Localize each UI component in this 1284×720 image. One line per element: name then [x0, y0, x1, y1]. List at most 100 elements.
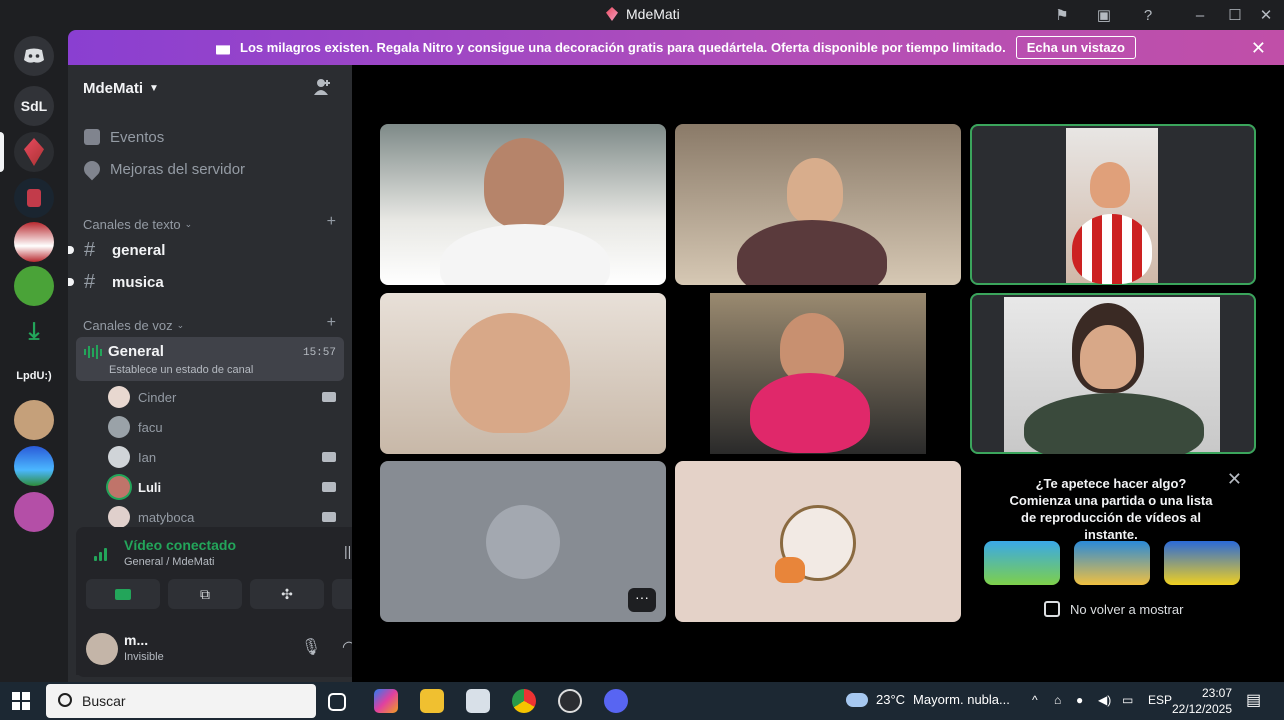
events-item[interactable]: Eventos [84, 125, 164, 149]
screen-share-icon: ⧉ [200, 585, 210, 602]
video-tile[interactable] [675, 461, 961, 622]
window-title-text: MdeMati [626, 6, 680, 22]
add-voice-channel-icon[interactable]: + [327, 314, 336, 332]
chevron-down-icon: ▼ [149, 82, 159, 94]
boost-icon [80, 157, 104, 181]
channel-musica[interactable]: # musica [68, 267, 344, 297]
camera-icon [322, 452, 336, 462]
voice-status[interactable]: Vídeo conectado [124, 537, 236, 553]
camera-button[interactable] [86, 579, 160, 609]
server-landscape-icon[interactable] [14, 446, 54, 486]
activities-button[interactable]: ✣ [250, 579, 324, 609]
voice-channel-status[interactable]: Establece un estado de canal [109, 364, 253, 376]
activity-text: ¿Te apetece hacer algo? Comienza una par… [968, 475, 1254, 543]
copilot-icon[interactable] [374, 689, 398, 713]
tray-icon[interactable]: ⌂ [1054, 693, 1061, 707]
search-placeholder: Buscar [82, 693, 126, 709]
search-icon [58, 693, 72, 707]
hash-icon: # [84, 270, 96, 293]
maximize-button[interactable]: ☐ [1225, 5, 1245, 25]
user-status: Invisible [124, 651, 164, 663]
voice-location[interactable]: General / MdeMati [124, 556, 214, 568]
download-apps-icon[interactable]: ⤓ [14, 312, 54, 352]
video-tile[interactable] [380, 124, 666, 285]
participant-body [1024, 393, 1204, 454]
voice-member[interactable]: Luli [108, 474, 344, 500]
banner-cta-button[interactable]: Echa un vistazo [1015, 36, 1136, 59]
avatar[interactable] [86, 633, 118, 665]
voice-member[interactable]: facu [108, 414, 344, 440]
mdemati-logo-icon [24, 138, 44, 166]
participant-body [1072, 214, 1152, 284]
weather-widget[interactable]: 23°C Mayorm. nubla... [846, 692, 1010, 707]
text-category[interactable]: Canales de texto ⌄ [83, 217, 192, 232]
video-tile[interactable] [970, 293, 1256, 454]
more-options-button[interactable]: ··· [628, 588, 656, 612]
discord-taskbar-icon[interactable] [604, 689, 628, 713]
invite-people-icon[interactable] [314, 78, 334, 98]
video-tile[interactable] [380, 293, 666, 454]
video-tile[interactable]: ··· [380, 461, 666, 622]
chrome-icon[interactable] [512, 689, 536, 713]
weather-temp: 23°C [876, 692, 906, 707]
nitro-banner: Los milagros existen. Regala Nitro y con… [68, 30, 1284, 65]
voice-channel-time: 15:57 [302, 347, 336, 359]
channel-sidebar: MdeMati ▼ Eventos Mejoras del servidor C… [68, 65, 410, 682]
voice-member[interactable]: Cinder [108, 384, 344, 410]
checkbox[interactable] [1044, 601, 1060, 617]
server-photo-icon[interactable] [14, 400, 54, 440]
voice-category[interactable]: Canales de voz ⌄ [83, 318, 184, 333]
discord-home-icon[interactable] [14, 36, 54, 76]
add-text-channel-icon[interactable]: + [327, 213, 336, 231]
server-game-icon[interactable] [14, 266, 54, 306]
checkbox-label: No volver a mostrar [1070, 601, 1184, 617]
user-name[interactable]: m... [124, 632, 148, 648]
server-river-icon[interactable] [14, 222, 54, 262]
clock-date: 22/12/2025 [1171, 702, 1232, 716]
taskbar-search[interactable]: Buscar [46, 684, 316, 718]
server-shield-icon[interactable] [14, 178, 54, 218]
game-tile[interactable] [984, 541, 1060, 585]
game-tile[interactable] [1164, 541, 1240, 585]
voice-activity-icon [84, 345, 102, 359]
dont-show-again[interactable]: No volver a mostrar [1044, 601, 1183, 617]
volume-icon[interactable]: ◀) [1098, 693, 1111, 707]
task-view-icon[interactable] [328, 693, 346, 711]
unread-indicator [68, 246, 74, 254]
participant-body [750, 373, 870, 453]
inbox-icon[interactable]: ▣ [1094, 5, 1114, 25]
file-explorer-icon[interactable] [420, 689, 444, 713]
boosts-item[interactable]: Mejoras del servidor [80, 157, 245, 181]
game-tile[interactable] [1074, 541, 1150, 585]
app-icon[interactable] [558, 689, 582, 713]
microphone-icon[interactable]: 🎙︎ [300, 637, 322, 659]
banner-close-icon[interactable]: ✕ [1251, 38, 1266, 59]
windows-start-icon[interactable] [12, 692, 30, 710]
server-house-icon[interactable] [14, 492, 54, 532]
voice-channel-general[interactable]: General 15:57 Establece un estado de can… [76, 337, 344, 381]
portrait-video [1004, 297, 1220, 454]
video-tile[interactable] [675, 124, 961, 285]
avatar [108, 476, 130, 498]
channel-general[interactable]: # general [68, 235, 344, 265]
server-mdemati[interactable] [14, 132, 54, 172]
server-logo-icon [606, 7, 618, 21]
microphone-icon[interactable]: ● [1076, 693, 1083, 707]
flag-icon[interactable]: ⚑ [1052, 5, 1072, 25]
server-sdl[interactable]: SdL [14, 86, 54, 126]
close-window-button[interactable]: ✕ [1256, 5, 1276, 25]
video-tile[interactable] [970, 124, 1256, 285]
video-tile[interactable] [675, 293, 961, 454]
screen-share-button[interactable]: ⧉ [168, 579, 242, 609]
app-icon[interactable] [466, 689, 490, 713]
minimize-button[interactable]: – [1190, 5, 1210, 25]
language-indicator[interactable]: ESP [1148, 693, 1172, 707]
server-header[interactable]: MdeMati ▼ [68, 65, 352, 111]
notification-icon[interactable]: ▤ [1246, 690, 1261, 710]
clock[interactable]: 23:07 22/12/2025 [1170, 685, 1232, 717]
server-lpdu[interactable]: LpdU:) [14, 356, 54, 396]
help-icon[interactable]: ? [1138, 5, 1158, 25]
network-icon[interactable]: ▭ [1122, 693, 1133, 707]
voice-member[interactable]: Ian [108, 444, 344, 470]
chevron-up-icon[interactable]: ^ [1032, 693, 1038, 707]
